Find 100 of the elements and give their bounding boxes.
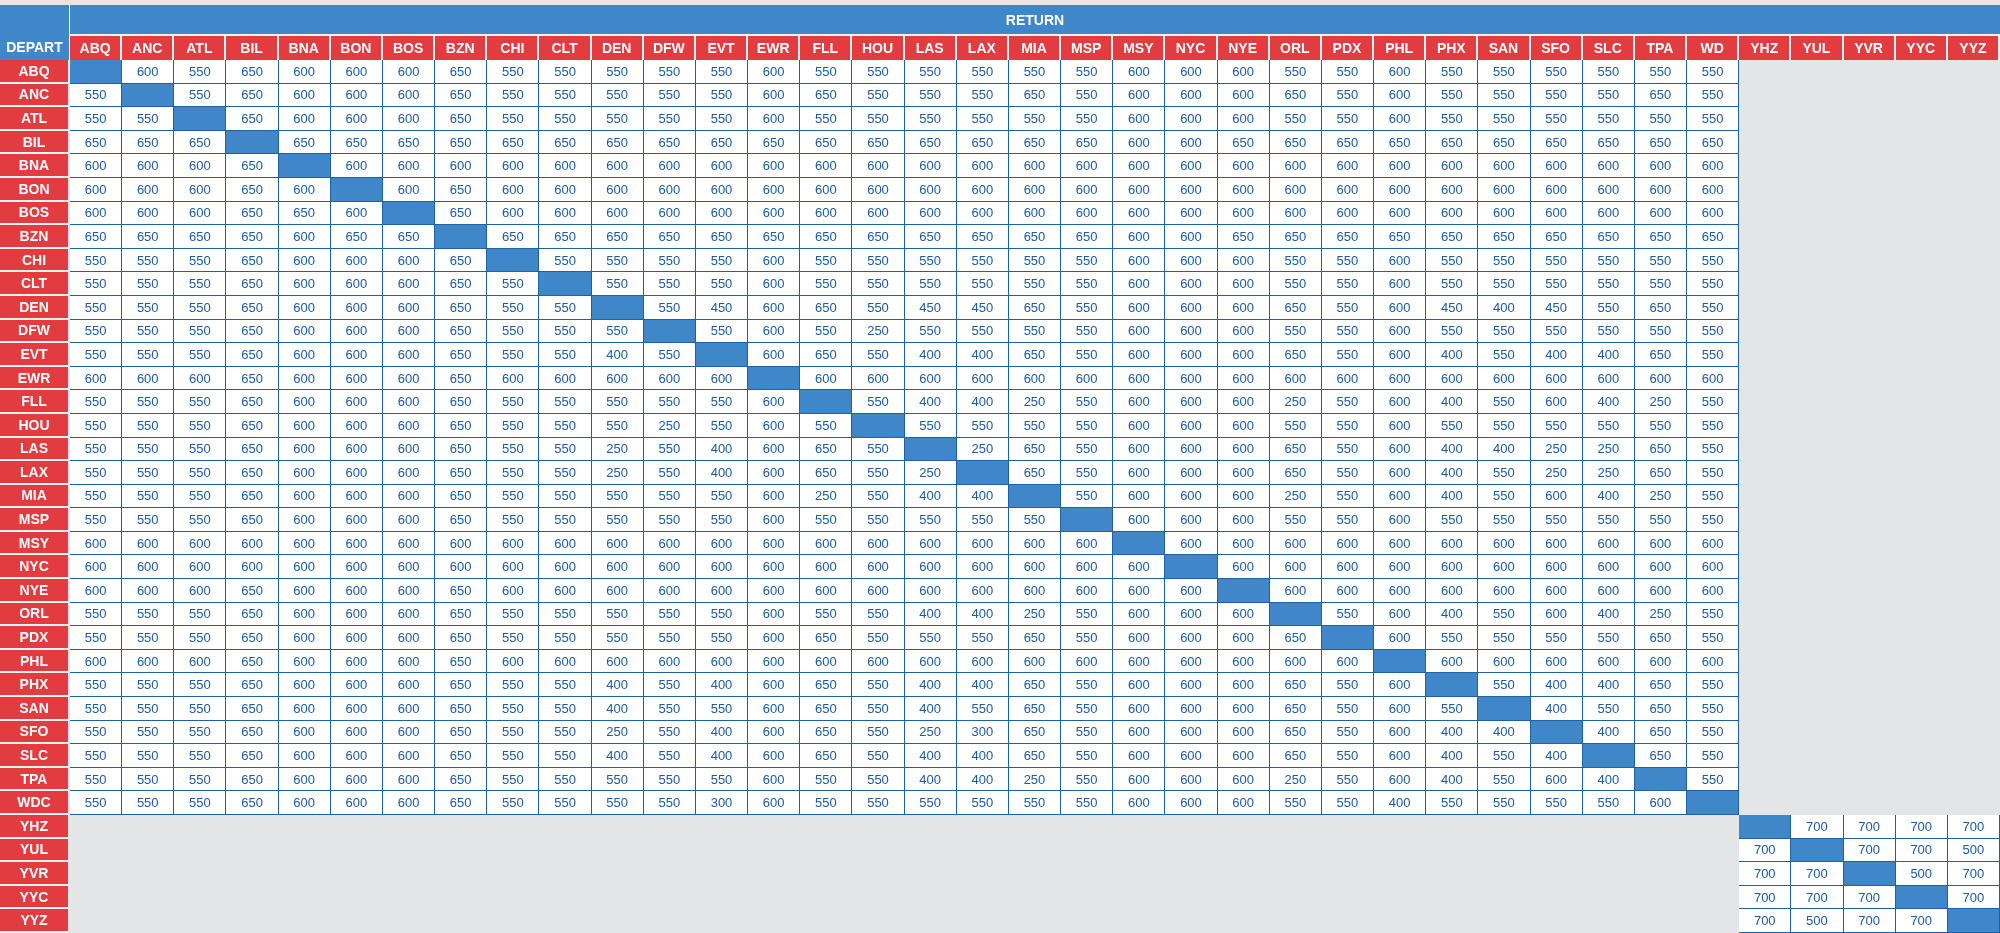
table-cell: 600 bbox=[1426, 177, 1479, 202]
table-cell: 650 bbox=[70, 130, 123, 155]
table-cell: 600 bbox=[748, 508, 801, 532]
table-cell: 400 bbox=[1426, 390, 1479, 414]
table-cell: 600 bbox=[1165, 177, 1218, 202]
table-cell: 600 bbox=[1113, 130, 1166, 155]
table-cell: 600 bbox=[1374, 343, 1427, 367]
table-cell: 600 bbox=[1165, 720, 1218, 745]
table-cell: 600 bbox=[1582, 555, 1635, 580]
table-cell: 600 bbox=[487, 154, 540, 178]
table-cell: 550 bbox=[122, 720, 175, 745]
table-cell: 550 bbox=[852, 673, 905, 698]
table-cell: 400 bbox=[904, 697, 957, 721]
table-cell: 550 bbox=[1269, 791, 1322, 815]
table-cell: 550 bbox=[643, 626, 696, 650]
column-header: BON bbox=[330, 34, 383, 60]
table-cell: 600 bbox=[1426, 555, 1479, 580]
table-cell: 600 bbox=[330, 673, 383, 698]
table-cell: 600 bbox=[278, 579, 331, 603]
table-cell: 650 bbox=[643, 225, 696, 249]
table-cell: 550 bbox=[70, 461, 123, 485]
table-cell: 550 bbox=[1478, 248, 1531, 273]
table-cell: 550 bbox=[70, 107, 123, 131]
table-cell: 650 bbox=[226, 508, 279, 532]
table-cell: 650 bbox=[435, 767, 488, 792]
table-cell: 650 bbox=[1478, 130, 1531, 155]
column-header: DEN bbox=[591, 34, 644, 60]
table-cell: 550 bbox=[70, 437, 123, 462]
table-cell: 550 bbox=[1530, 60, 1583, 84]
table-cell: 650 bbox=[435, 626, 488, 650]
table-cell: 600 bbox=[1165, 60, 1218, 84]
table-cell: 550 bbox=[852, 484, 905, 509]
table-cell: 550 bbox=[487, 83, 540, 108]
table-cell: 650 bbox=[1634, 744, 1687, 768]
table-cell: 600 bbox=[1165, 461, 1218, 485]
blank-cell bbox=[1478, 697, 1531, 721]
table-cell: 600 bbox=[1165, 366, 1218, 391]
table-cell: 550 bbox=[1426, 791, 1479, 815]
table-cell: 600 bbox=[1113, 413, 1166, 438]
table-cell: 550 bbox=[539, 602, 592, 627]
table-cell: 650 bbox=[1269, 461, 1322, 485]
table-cell: 700 bbox=[1791, 862, 1844, 886]
table-cell: 600 bbox=[1165, 508, 1218, 532]
table-cell: 600 bbox=[1061, 649, 1114, 674]
table-cell: 600 bbox=[122, 60, 175, 84]
table-cell: 600 bbox=[1165, 130, 1218, 155]
table-cell: 600 bbox=[226, 555, 279, 580]
table-cell: 600 bbox=[70, 649, 123, 674]
table-cell: 600 bbox=[226, 531, 279, 556]
table-cell: 400 bbox=[1426, 484, 1479, 509]
table-cell: 550 bbox=[539, 673, 592, 698]
table-cell: 400 bbox=[591, 697, 644, 721]
table-cell: 650 bbox=[435, 720, 488, 745]
table-cell: 650 bbox=[435, 130, 488, 155]
table-cell: 600 bbox=[382, 107, 436, 131]
row-header: DFW bbox=[0, 319, 68, 344]
table-cell: 600 bbox=[539, 531, 592, 556]
table-cell: 550 bbox=[70, 744, 123, 768]
table-cell: 400 bbox=[1582, 390, 1635, 414]
table-cell: 550 bbox=[852, 437, 905, 462]
table-cell: 550 bbox=[1687, 697, 1740, 721]
table-cell: 600 bbox=[1113, 673, 1166, 698]
table-cell: 600 bbox=[1478, 201, 1531, 226]
table-cell: 550 bbox=[174, 343, 227, 367]
table-cell: 600 bbox=[1113, 508, 1166, 532]
table-cell: 550 bbox=[122, 673, 175, 698]
table-cell: 600 bbox=[1217, 791, 1270, 815]
column-header: CLT bbox=[539, 34, 592, 60]
table-cell: 700 bbox=[1739, 862, 1792, 886]
column-header: NYC bbox=[1165, 34, 1218, 60]
table-cell: 600 bbox=[1113, 60, 1166, 84]
column-header: TPA bbox=[1634, 34, 1687, 60]
row-header: PHL bbox=[0, 649, 68, 674]
table-cell: 600 bbox=[1374, 366, 1427, 391]
table-cell: 400 bbox=[695, 461, 749, 485]
table-cell: 550 bbox=[487, 484, 540, 509]
table-cell: 600 bbox=[122, 366, 175, 391]
table-cell: 550 bbox=[800, 248, 853, 273]
table-cell: 600 bbox=[852, 649, 905, 674]
table-cell: 550 bbox=[174, 83, 227, 108]
table-cell: 650 bbox=[435, 437, 488, 462]
table-cell: 550 bbox=[70, 343, 123, 367]
table-cell: 600 bbox=[956, 579, 1009, 603]
table-cell: 600 bbox=[1374, 531, 1427, 556]
table-cell: 650 bbox=[382, 225, 436, 249]
table-cell: 550 bbox=[904, 791, 957, 815]
table-cell: 600 bbox=[122, 201, 175, 226]
table-cell: 550 bbox=[487, 791, 540, 815]
table-cell: 650 bbox=[487, 130, 540, 155]
table-cell: 600 bbox=[330, 508, 383, 532]
column-header: BZN bbox=[435, 34, 488, 60]
table-cell: 550 bbox=[174, 272, 227, 296]
blank-cell bbox=[174, 107, 227, 131]
table-cell: 600 bbox=[1478, 555, 1531, 580]
table-cell: 600 bbox=[1113, 201, 1166, 226]
table-cell: 600 bbox=[539, 201, 592, 226]
table-cell: 550 bbox=[852, 744, 905, 768]
row-header: CHI bbox=[0, 248, 68, 273]
row-header: BON bbox=[0, 177, 68, 202]
table-cell: 550 bbox=[174, 319, 227, 344]
